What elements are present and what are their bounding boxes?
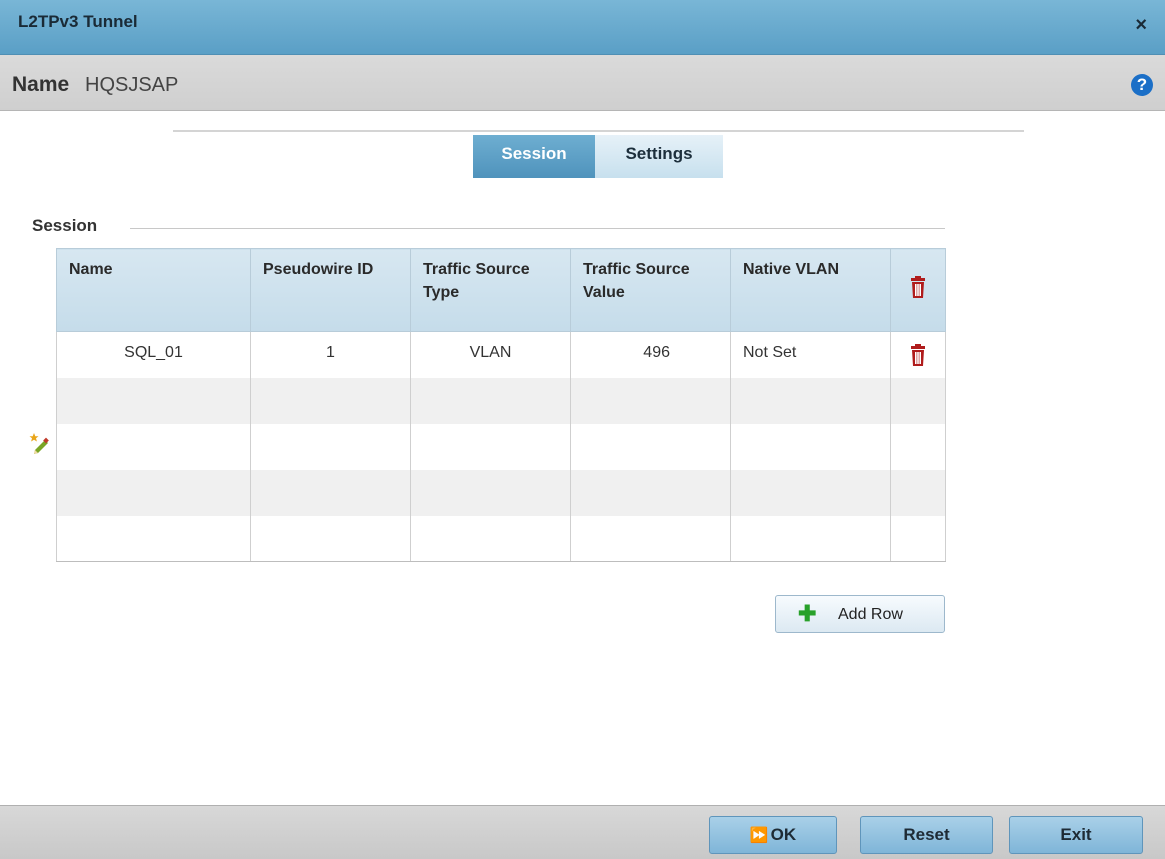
cell-pseudowire-id[interactable]: 1	[250, 331, 411, 378]
dialog-footer: ⏩ OK Reset Exit	[0, 805, 1165, 859]
cell-native-vlan[interactable]: Not Set	[730, 331, 891, 378]
empty-row	[56, 515, 946, 562]
cell-traffic-source-type[interactable]: VLAN	[410, 331, 571, 378]
delete-all-cell	[890, 248, 946, 332]
trash-icon[interactable]	[909, 344, 927, 366]
add-row-button[interactable]: ✚ Add Row	[775, 595, 945, 633]
column-header-pseudowire-id[interactable]: Pseudowire ID	[250, 248, 411, 332]
column-header-native-vlan[interactable]: Native VLAN	[730, 248, 891, 332]
pencil-star-icon[interactable]	[29, 432, 51, 459]
window-title: L2TPv3 Tunnel	[18, 12, 138, 31]
tab-settings[interactable]: Settings	[595, 135, 723, 178]
session-table: Name Pseudowire ID Traffic Source Type T…	[56, 248, 946, 562]
table-row[interactable]: SQL_01 1 VLAN 496 Not Set	[56, 331, 946, 378]
ok-label: OK	[770, 825, 797, 844]
section-divider	[130, 228, 945, 229]
fast-forward-icon: ⏩	[749, 827, 769, 844]
help-icon[interactable]: ?	[1131, 74, 1153, 96]
ok-button[interactable]: ⏩ OK	[709, 816, 837, 854]
empty-row	[56, 377, 946, 424]
column-header-traffic-source-value[interactable]: Traffic Source Value	[570, 248, 731, 332]
name-bar: Name HQSJSAP ?	[0, 55, 1165, 111]
tab-session[interactable]: Session	[473, 135, 595, 178]
table-header-row: Name Pseudowire ID Traffic Source Type T…	[56, 248, 946, 332]
empty-row	[56, 469, 946, 516]
column-header-traffic-source-type[interactable]: Traffic Source Type	[410, 248, 571, 332]
plus-icon: ✚	[798, 601, 817, 626]
exit-button[interactable]: Exit	[1009, 816, 1143, 854]
section-title: Session	[32, 216, 98, 235]
close-icon[interactable]: ×	[1135, 14, 1147, 37]
row-delete-cell	[890, 331, 946, 378]
cell-name[interactable]: SQL_01	[56, 331, 251, 378]
trash-icon[interactable]	[909, 275, 927, 298]
name-label: Name	[12, 73, 70, 96]
reset-button[interactable]: Reset	[860, 816, 993, 854]
column-header-name[interactable]: Name	[56, 248, 251, 332]
name-value: HQSJSAP	[85, 74, 179, 96]
tab-divider	[173, 130, 1024, 132]
window-title-bar: L2TPv3 Tunnel ×	[0, 0, 1165, 55]
empty-row	[56, 423, 946, 470]
add-row-label: Add Row	[838, 606, 903, 623]
cell-traffic-source-value[interactable]: 496	[570, 331, 731, 378]
